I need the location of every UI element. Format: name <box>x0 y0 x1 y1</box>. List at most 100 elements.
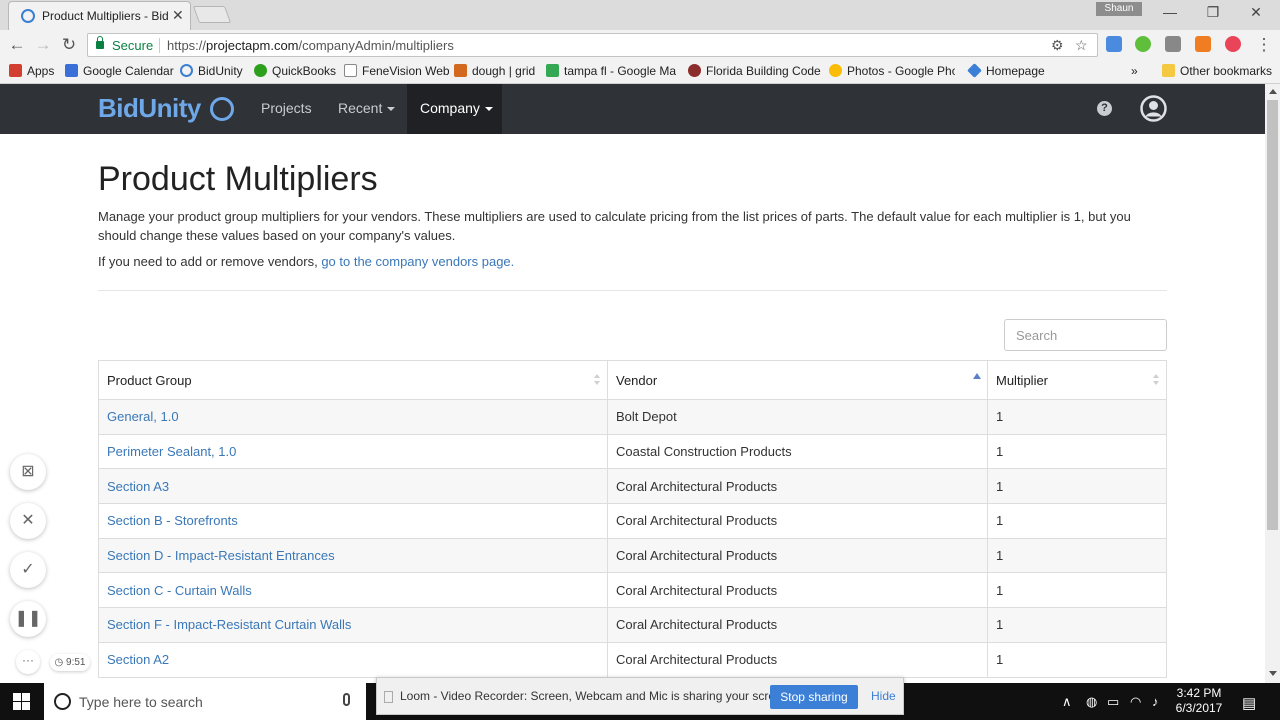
tab-close-icon[interactable]: ✕ <box>172 7 184 24</box>
tray-chevron-up-icon[interactable]: ∧ <box>1062 694 1072 710</box>
product-group-link[interactable]: Section A3 <box>107 479 169 494</box>
loom-extension-icon[interactable] <box>1225 36 1241 52</box>
page-title: Product Multipliers <box>98 160 378 198</box>
header-multiplier[interactable]: Multiplier <box>987 360 1167 400</box>
extension-icon[interactable] <box>1135 36 1151 52</box>
scroll-up-arrow-icon[interactable] <box>1269 89 1277 94</box>
cortana-icon <box>54 693 71 710</box>
forward-arrow-icon[interactable]: → <box>33 35 53 55</box>
multiplier-cell[interactable]: 1 <box>987 607 1167 643</box>
multiplier-cell[interactable]: 1 <box>987 641 1167 678</box>
loom-more-button[interactable]: ··· <box>16 650 40 674</box>
product-group-link[interactable]: Section F - Impact-Resistant Curtain Wal… <box>107 617 351 632</box>
table-row: Section A2 Coral Architectural Products … <box>98 641 1167 678</box>
product-group-cell: Section D - Impact-Resistant Entrances <box>98 537 608 574</box>
vendor-cell: Coral Architectural Products <box>607 572 988 609</box>
loom-finish-button[interactable]: ✓ <box>10 552 46 588</box>
bookmark-florida-code[interactable]: Florida Building Code <box>688 64 821 78</box>
bookmark-label: FeneVision Web <box>362 64 450 78</box>
extension-icon[interactable] <box>1195 36 1211 52</box>
bookmark-star-icon[interactable]: ☆ <box>1075 37 1088 54</box>
taskbar-clock[interactable]: 3:42 PM 6/3/2017 <box>1170 686 1228 716</box>
nav-recent-label: Recent <box>338 100 383 116</box>
drag-handle-icon[interactable] <box>384 691 393 703</box>
product-group-cell: Section B - Storefronts <box>98 503 608 539</box>
bookmark-bidunity[interactable]: BidUnity <box>180 64 243 78</box>
close-window-icon[interactable]: ✕ <box>1246 4 1266 21</box>
multipliers-table: Product Group Vendor Multiplier General,… <box>98 360 1167 678</box>
folder-icon <box>1162 64 1175 77</box>
more-bookmarks-chevron-icon[interactable]: » <box>1131 64 1138 78</box>
bookmark-apps[interactable]: Apps <box>9 64 54 78</box>
nav-projects[interactable]: Projects <box>261 100 312 116</box>
product-group-link[interactable]: Perimeter Sealant, 1.0 <box>107 444 236 459</box>
volume-icon[interactable]: ♪ <box>1152 694 1159 709</box>
battery-icon[interactable]: ▭ <box>1107 694 1119 710</box>
multiplier-cell[interactable]: 1 <box>987 503 1167 539</box>
multiplier-cell[interactable]: 1 <box>987 433 1167 470</box>
profile-name-chip[interactable]: Shaun <box>1096 2 1142 16</box>
bookmark-google-calendar[interactable]: Google Calendar <box>65 64 174 78</box>
address-separator <box>159 38 160 53</box>
windows-start-icon[interactable] <box>13 693 31 711</box>
company-vendors-link[interactable]: go to the company vendors page. <box>321 254 514 269</box>
product-group-link[interactable]: Section B - Storefronts <box>107 513 238 528</box>
loom-camera-off-button[interactable]: ⊠ <box>10 454 46 490</box>
microphone-icon[interactable] <box>343 693 350 706</box>
bookmark-quickbooks[interactable]: QuickBooks <box>254 64 336 78</box>
nav-company-active[interactable]: Company <box>407 84 502 134</box>
extension-icon[interactable] <box>1106 36 1122 52</box>
help-icon[interactable]: ? <box>1097 101 1112 116</box>
bookmark-label: Florida Building Code <box>706 64 821 78</box>
hide-sharing-bar-button[interactable]: Hide <box>871 689 896 703</box>
table-row: Section A3 Coral Architectural Products … <box>98 468 1167 505</box>
bookmark-tampa-maps[interactable]: tampa fl - Google Ma <box>546 64 676 78</box>
header-vendor[interactable]: Vendor <box>607 360 988 400</box>
header-label: Vendor <box>616 372 658 388</box>
header-product-group[interactable]: Product Group <box>98 360 608 400</box>
taskbar-search-box[interactable]: Type here to search <box>44 683 366 720</box>
reload-icon[interactable]: ↻ <box>59 35 79 55</box>
loom-cancel-button[interactable]: ✕ <box>10 503 46 539</box>
multiplier-cell[interactable]: 1 <box>987 572 1167 609</box>
product-group-link[interactable]: Section C - Curtain Walls <box>107 583 252 598</box>
bookmark-fenevision[interactable]: FeneVision Web <box>344 64 450 78</box>
nav-recent[interactable]: Recent <box>338 100 396 116</box>
product-group-link[interactable]: General, 1.0 <box>107 409 179 424</box>
scroll-down-arrow-icon[interactable] <box>1269 671 1277 676</box>
scrollbar-thumb[interactable] <box>1267 100 1278 530</box>
user-avatar-icon[interactable] <box>1140 95 1167 122</box>
cast-icon[interactable] <box>1165 36 1181 52</box>
bookmark-google-photos[interactable]: Photos - Google Phot <box>829 64 955 78</box>
loom-timer: ◷ 9:51 <box>50 654 90 671</box>
wifi-icon[interactable]: ◠ <box>1130 694 1141 710</box>
multiplier-cell[interactable]: 1 <box>987 468 1167 505</box>
page-scrollbar[interactable] <box>1265 84 1280 683</box>
product-group-link[interactable]: Section A2 <box>107 652 169 667</box>
new-tab-button[interactable] <box>192 6 232 23</box>
bookmark-label: Google Calendar <box>83 64 174 78</box>
chrome-menu-icon[interactable]: ⋮ <box>1254 35 1274 55</box>
stop-sharing-button[interactable]: Stop sharing <box>770 685 858 709</box>
product-group-link[interactable]: Section D - Impact-Resistant Entrances <box>107 548 335 563</box>
multiplier-cell[interactable]: 1 <box>987 399 1167 435</box>
lock-icon <box>96 36 104 49</box>
nav-company[interactable]: Company <box>420 100 493 116</box>
tray-app-icon[interactable]: ◍ <box>1086 694 1097 710</box>
brand-logo[interactable]: BidUnity <box>98 93 201 124</box>
bookmark-other[interactable]: Other bookmarks <box>1162 64 1272 78</box>
back-arrow-icon[interactable]: ← <box>7 35 27 55</box>
address-bar[interactable]: Secure https://projectapm.com/companyAdm… <box>87 33 1098 57</box>
bookmark-dough-grid[interactable]: dough | grid <box>454 64 535 78</box>
browser-tab-active[interactable]: Product Multipliers - BidUnity ✕ <box>8 1 191 30</box>
clock-icon: ◷ <box>54 657 67 668</box>
translate-icon[interactable]: ⚙ <box>1051 37 1064 54</box>
minimize-icon[interactable]: — <box>1160 4 1180 20</box>
action-center-icon[interactable]: ▤ <box>1242 694 1256 712</box>
loom-pause-button[interactable]: ❚❚ <box>10 601 46 637</box>
search-input[interactable] <box>1004 319 1167 351</box>
restore-icon[interactable]: ❐ <box>1203 4 1223 21</box>
bookmark-homepage[interactable]: Homepage <box>967 63 1045 78</box>
multiplier-cell[interactable]: 1 <box>987 537 1167 574</box>
brand-ring-icon <box>210 97 234 121</box>
